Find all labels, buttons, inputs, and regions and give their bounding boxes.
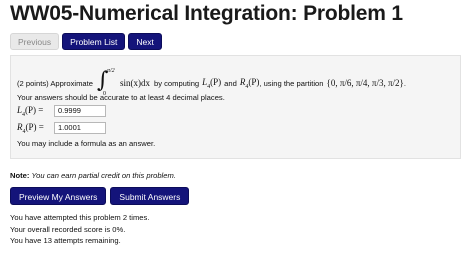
- accuracy-text: Your answers should be accurate to at le…: [17, 93, 225, 102]
- previous-button[interactable]: Previous: [10, 33, 60, 50]
- by-computing-text: by computing: [153, 78, 200, 88]
- score-text: Your overall recorded score is 0%.: [10, 224, 126, 234]
- attempts-text: You have attempted this problem 2 times.: [10, 213, 150, 222]
- r4-answer-label: R4(P) =: [17, 122, 44, 135]
- r4-answer-input[interactable]: 1.0001: [54, 122, 106, 135]
- problem-list-button[interactable]: Problem List: [62, 33, 126, 50]
- r4-p: (P): [248, 76, 260, 87]
- attempt-status: You have attempted this problem 2 times.…: [10, 212, 149, 247]
- page-title: WW05-Numerical Integration: Problem 1: [10, 2, 403, 25]
- partition-text: , using the partition: [259, 78, 324, 88]
- remaining-text: You have 13 attempts remaining.: [10, 236, 121, 245]
- partial-credit-note: Note: You can earn partial credit on thi…: [10, 171, 176, 180]
- upper-limit: π/2: [106, 68, 115, 74]
- r4-answer-row: R4(P) = 1.0001: [17, 122, 106, 135]
- formula-note: You may include a formula as an answer.: [17, 139, 156, 148]
- partition-set: {0, π/6, π/4, π/3, π/2}: [326, 78, 404, 88]
- next-button[interactable]: Next: [128, 33, 162, 50]
- l4-answer-label: L4(P) =: [17, 105, 44, 118]
- answer-actions: Preview My Answers Submit Answers: [10, 187, 190, 205]
- problem-panel: (2 points) Approximate ∫ π/2 0 sin(x)dx …: [10, 55, 461, 159]
- problem-nav: Previous Problem List Next: [10, 33, 162, 50]
- preview-answers-button[interactable]: Preview My Answers: [10, 187, 107, 205]
- submit-answers-button[interactable]: Submit Answers: [110, 187, 190, 205]
- note-text: You can earn partial credit on this prob…: [31, 171, 176, 180]
- note-label: Note:: [10, 171, 30, 180]
- integrand: sin(x)dx: [119, 78, 150, 88]
- partition-end: .: [403, 78, 406, 88]
- l4-answer-input[interactable]: 0.9999: [54, 105, 106, 118]
- l4-answer-row: L4(P) = 0.9999: [17, 105, 106, 118]
- and-text: and: [224, 78, 237, 88]
- points-text: (2 points) Approximate: [17, 78, 93, 88]
- l4-p: (P): [210, 76, 222, 87]
